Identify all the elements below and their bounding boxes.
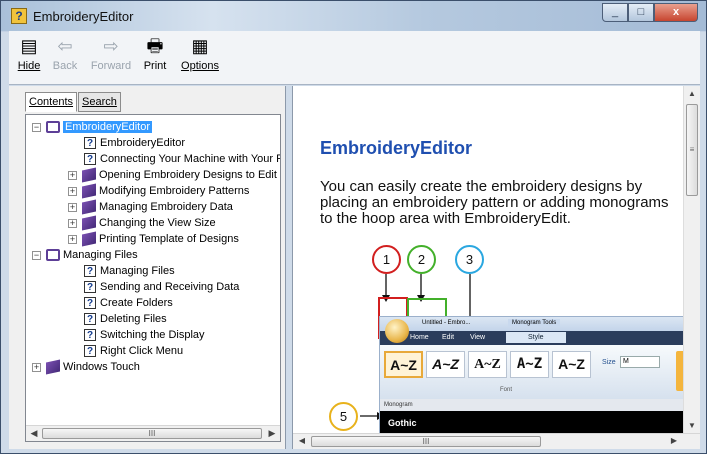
callout-2: 2 — [407, 245, 436, 274]
options-icon: ▦ — [191, 36, 209, 56]
scroll-thumb[interactable]: III — [42, 428, 262, 439]
navigation-pane: Contents Search − EmbroideryEditor ? Embr… — [9, 86, 286, 449]
toolbar: ▤ Hide ⇦ Back ⇨ Forward 🖶 Print ▦ Option… — [9, 31, 700, 85]
tree-item[interactable]: Windows Touch — [46, 359, 140, 375]
help-window: ? EmbroideryEditor _ □ x ▤ Hide ⇦ Back ⇨… — [0, 0, 707, 454]
callout-3: 3 — [455, 245, 484, 274]
help-page-icon: ? — [84, 329, 96, 342]
hide-label: Hide — [17, 60, 41, 72]
help-page-icon: ? — [84, 153, 96, 166]
book-icon — [82, 167, 96, 183]
options-button[interactable]: ▦ Options — [176, 35, 224, 72]
help-page-icon: ? — [84, 281, 96, 294]
font-button: A~Z — [468, 351, 507, 378]
font-button: A~Z — [510, 351, 549, 378]
tree-item[interactable]: Printing Template of Designs — [82, 231, 239, 247]
tree-item[interactable]: ? Right Click Menu — [84, 343, 183, 359]
tree-item[interactable]: ? Create Folders — [84, 295, 173, 311]
scroll-left-icon[interactable]: ◀ — [27, 428, 41, 439]
callout-5: 5 — [329, 402, 358, 431]
help-page-icon: ? — [84, 313, 96, 326]
tree-item[interactable]: ? Sending and Receiving Data — [84, 279, 239, 295]
maximize-button[interactable]: □ — [628, 3, 654, 22]
tree-item[interactable]: Managing Files — [46, 247, 138, 263]
window-title: EmbroideryEditor — [33, 9, 134, 24]
book-icon — [82, 199, 96, 215]
tree-item[interactable]: EmbroideryEditor — [46, 119, 152, 135]
expand-toggle[interactable]: + — [68, 171, 77, 180]
book-icon — [82, 183, 96, 199]
tree-item[interactable]: Changing the View Size — [82, 215, 216, 231]
minimize-button[interactable]: _ — [602, 3, 628, 22]
scroll-right-icon[interactable]: ▶ — [265, 428, 279, 439]
content-vertical-scrollbar[interactable]: ▲ ≡ ▼ — [683, 86, 700, 433]
font-button: A~Z — [552, 351, 591, 378]
contents-tree: − EmbroideryEditor ? EmbroideryEditor ? Co… — [25, 114, 281, 442]
content-pane: EmbroideryEditor You can easily create t… — [292, 86, 700, 449]
scroll-down-icon[interactable]: ▼ — [684, 421, 700, 430]
help-page-icon: ? — [84, 345, 96, 358]
font-preview: Gothic — [380, 411, 700, 435]
expand-toggle[interactable]: + — [68, 203, 77, 212]
scroll-thumb[interactable]: III — [311, 436, 541, 447]
back-button[interactable]: ⇦ Back — [49, 35, 81, 72]
help-page-icon: ? — [84, 265, 96, 278]
scroll-thumb[interactable]: ≡ — [686, 104, 698, 196]
back-label: Back — [52, 60, 78, 72]
back-arrow-icon: ⇦ — [57, 36, 73, 56]
collapse-toggle[interactable]: − — [32, 123, 41, 132]
help-app-icon: ? — [11, 8, 27, 24]
tab-search[interactable]: Search — [78, 92, 121, 112]
hide-icon: ▤ — [20, 36, 38, 56]
tree-item[interactable]: ? Connecting Your Machine with Your P — [84, 151, 280, 167]
application-menu-icon — [385, 319, 409, 343]
open-book-icon — [46, 121, 60, 134]
expand-toggle[interactable]: + — [68, 187, 77, 196]
quick-access-bar: Untitled - Embro... Monogram Tools — [380, 317, 700, 331]
scroll-right-icon[interactable]: ▶ — [667, 436, 681, 445]
tree-item[interactable]: ? EmbroideryEditor — [84, 135, 185, 151]
tree-item[interactable]: Modifying Embroidery Patterns — [82, 183, 249, 199]
collapse-toggle[interactable]: − — [32, 251, 41, 260]
expand-toggle[interactable]: + — [32, 363, 41, 372]
tree-item[interactable]: ? Switching the Display — [84, 327, 205, 343]
scroll-up-icon[interactable]: ▲ — [684, 89, 700, 98]
tree-item[interactable]: Opening Embroidery Designs to Edit — [82, 167, 277, 183]
print-button[interactable]: 🖶 Print — [138, 35, 172, 72]
help-page-icon: ? — [84, 297, 96, 310]
forward-arrow-icon: ⇨ — [103, 36, 119, 56]
options-label: Options — [181, 60, 219, 72]
tree-item[interactable]: ? Managing Files — [84, 263, 175, 279]
print-label: Print — [143, 60, 167, 72]
close-button[interactable]: x — [654, 3, 698, 22]
tab-contents[interactable]: Contents — [25, 92, 78, 112]
expand-toggle[interactable]: + — [68, 219, 77, 228]
tree-horizontal-scrollbar[interactable]: ◀ III ▶ — [26, 425, 280, 441]
forward-button[interactable]: ⇨ Forward — [85, 35, 137, 72]
tree-item[interactable]: ? Deleting Files — [84, 311, 167, 327]
book-icon — [46, 359, 60, 375]
editor-screenshot: Untitled - Embro... Monogram Tools Home … — [379, 316, 700, 435]
forward-label: Forward — [90, 60, 132, 72]
open-book-icon — [46, 249, 60, 262]
help-page-icon: ? — [84, 137, 96, 150]
ribbon-panel: A~Z A~Z A~Z A~Z A~Z Size M Font — [380, 345, 700, 399]
print-icon: 🖶 — [146, 36, 164, 56]
title-bar[interactable]: ? EmbroideryEditor _ □ x — [1, 1, 706, 31]
scroll-left-icon[interactable]: ◀ — [295, 436, 309, 445]
content-horizontal-scrollbar[interactable]: ◀ III ▶ — [293, 433, 700, 449]
font-button: A~Z — [384, 351, 423, 378]
callout-1: 1 — [372, 245, 401, 274]
font-button: A~Z — [426, 351, 465, 378]
expand-toggle[interactable]: + — [68, 235, 77, 244]
book-icon — [82, 231, 96, 247]
book-icon — [82, 215, 96, 231]
ribbon-tabs: Home Edit View Style — [380, 331, 700, 345]
tree-item[interactable]: Managing Embroidery Data — [82, 199, 233, 215]
hide-button[interactable]: ▤ Hide — [13, 35, 45, 72]
